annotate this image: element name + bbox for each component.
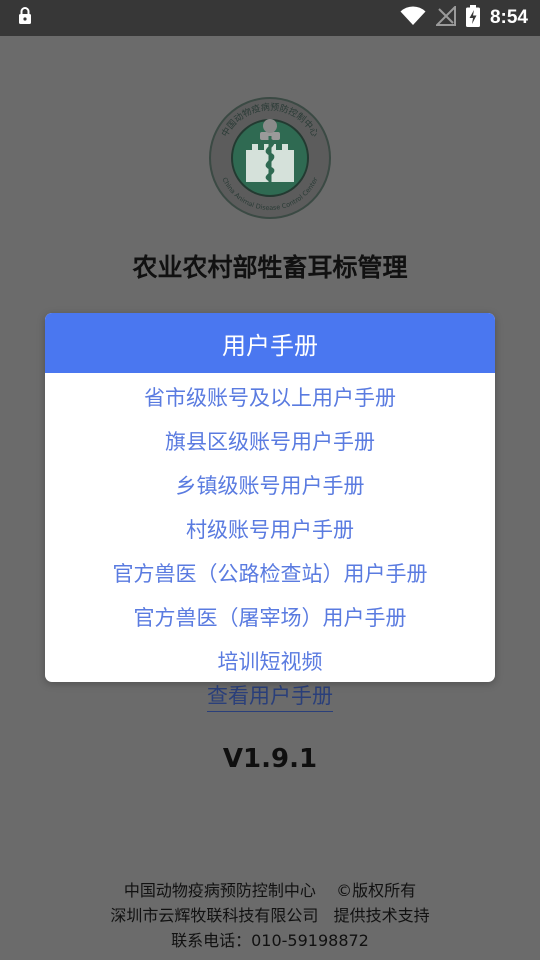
app-version: V1.9.1 [222,744,318,774]
footer-tech-support: 深圳市云辉牧联科技有限公司 提供技术支持 [110,906,430,925]
dialog-item-village-manual[interactable]: 村级账号用户手册 [45,507,495,551]
status-time: 8:54 [489,7,528,28]
wifi-icon [400,6,426,30]
battery-charging-icon [465,5,480,31]
app-logo: 中国动物疫病预防控制中心 China Animal Disease Contro… [208,96,332,220]
user-manual-dialog: 用户手册 省市级账号及以上用户手册 旗县区级账号用户手册 乡镇级账号用户手册 村… [45,313,495,682]
dialog-item-training-videos[interactable]: 培训短视频 [45,639,495,682]
no-signal-icon [434,4,456,30]
dialog-item-provincial-manual[interactable]: 省市级账号及以上用户手册 [45,375,495,419]
status-bar: 8:54 [0,0,540,36]
footer-copyright: 中国动物疫病预防控制中心 ©版权所有 [123,881,417,900]
status-bar-left [18,7,32,29]
footer-phone: 联系电话：010-59198872 [171,931,369,950]
dialog-title: 用户手册 [45,313,495,373]
view-manual-link[interactable]: 查看用户手册 [0,680,540,712]
dialog-item-township-manual[interactable]: 乡镇级账号用户手册 [45,463,495,507]
lock-icon [18,7,32,29]
dialog-item-vet-slaughterhouse-manual[interactable]: 官方兽医（屠宰场）用户手册 [45,595,495,639]
footer: 中国动物疫病预防控制中心 ©版权所有 深圳市云辉牧联科技有限公司 提供技术支持 … [0,878,540,953]
dialog-item-county-manual[interactable]: 旗县区级账号用户手册 [45,419,495,463]
dialog-option-list: 省市级账号及以上用户手册 旗县区级账号用户手册 乡镇级账号用户手册 村级账号用户… [45,373,495,682]
view-manual-link-text[interactable]: 查看用户手册 [207,684,333,712]
dialog-item-vet-checkpoint-manual[interactable]: 官方兽医（公路检查站）用户手册 [45,551,495,595]
status-bar-right: 8:54 [400,4,528,31]
app-title: 农业农村部牲畜耳标管理 [132,253,408,282]
